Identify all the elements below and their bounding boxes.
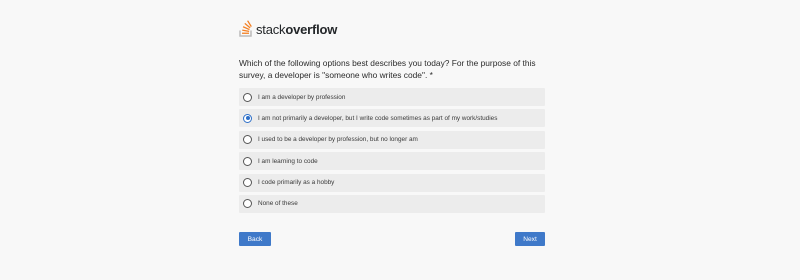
option-developer-by-profession[interactable]: I am a developer by profession: [239, 88, 545, 106]
option-label: None of these: [258, 200, 298, 208]
next-button[interactable]: Next: [515, 232, 545, 246]
option-label: I am a developer by profession: [258, 93, 346, 101]
stackoverflow-logo: stackoverflow: [239, 19, 337, 37]
logo-text-bold: overflow: [285, 22, 338, 37]
radio-button[interactable]: [243, 156, 252, 166]
radio-button[interactable]: [243, 199, 252, 209]
option-label: I code primarily as a hobby: [258, 179, 335, 187]
option-learning-to-code[interactable]: I am learning to code: [239, 152, 545, 171]
logo-text-light: stack: [256, 22, 286, 37]
option-former-developer[interactable]: I used to be a developer by profession, …: [239, 130, 545, 149]
radio-button[interactable]: [243, 92, 252, 102]
radio-button-selected[interactable]: [243, 113, 252, 123]
option-none-of-these[interactable]: None of these: [239, 194, 545, 213]
option-label: I am not primarily a developer, but I wr…: [258, 114, 498, 122]
survey-page: stackoverflow Which of the following opt…: [0, 0, 800, 280]
question-text: Which of the following options best desc…: [239, 58, 536, 80]
option-not-primarily-developer[interactable]: I am not primarily a developer, but I wr…: [239, 109, 545, 128]
option-hobby[interactable]: I code primarily as a hobby: [239, 173, 545, 192]
option-label: I used to be a developer by profession, …: [258, 136, 418, 144]
option-label: I am learning to code: [258, 157, 318, 165]
answer-options: I am a developer by profession I am not …: [239, 88, 545, 216]
back-button[interactable]: Back: [239, 232, 271, 246]
radio-button[interactable]: [243, 135, 252, 145]
stackoverflow-logo-icon: [239, 20, 252, 37]
radio-button[interactable]: [243, 178, 252, 188]
logo-wordmark: stackoverflow: [256, 22, 337, 37]
